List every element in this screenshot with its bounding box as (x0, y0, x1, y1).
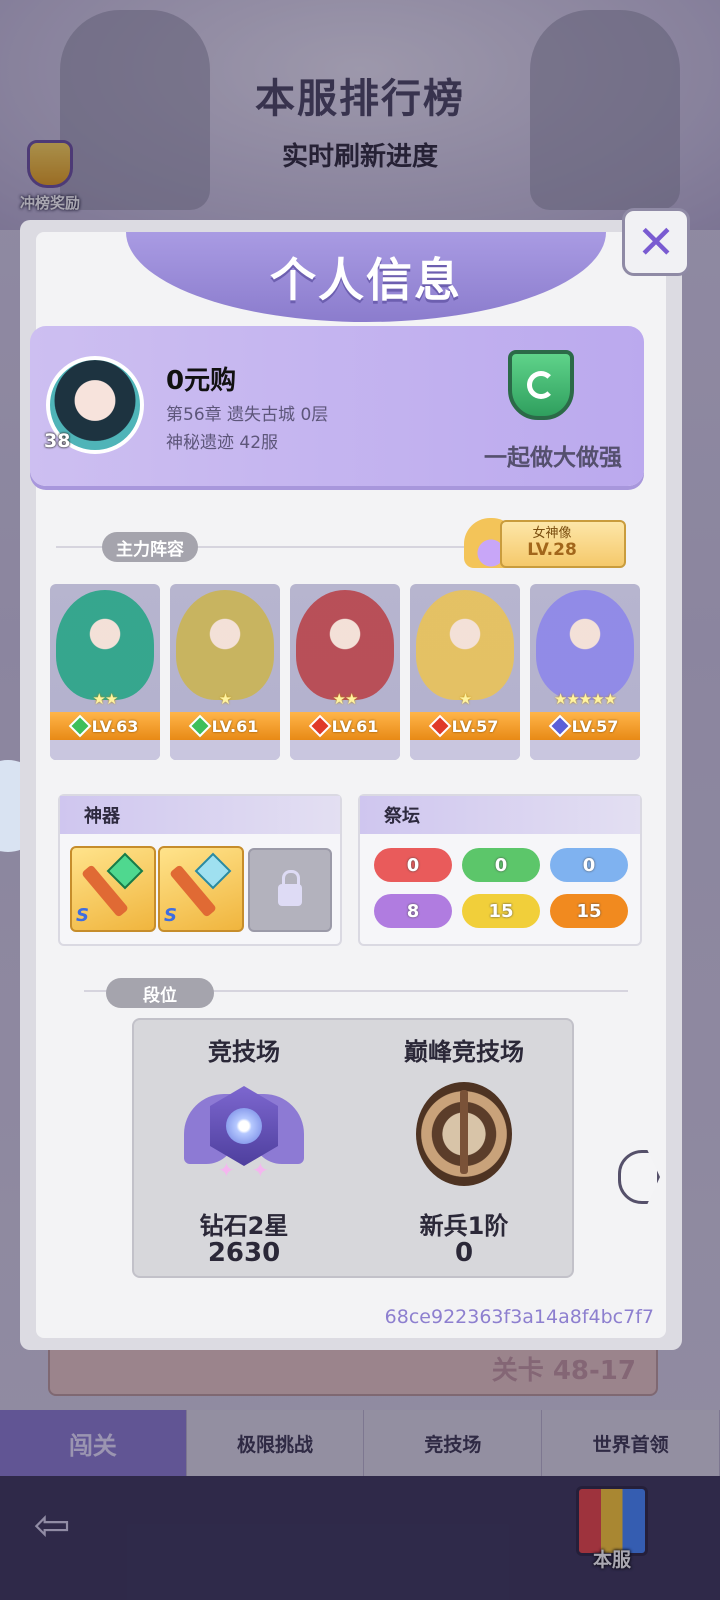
hero-portrait (536, 590, 634, 700)
recruit-badge-icon (416, 1082, 512, 1186)
hero-level-bar: LV.61 (170, 712, 280, 740)
altar-value: 0 (374, 848, 452, 882)
artifacts-panel: 神器 S S (58, 794, 342, 946)
modal-title-banner: 个人信息 (126, 232, 606, 322)
artifacts-label: 神器 (60, 796, 340, 834)
hero-portrait (176, 590, 274, 700)
modal-title: 个人信息 (270, 253, 462, 307)
hero-portrait (416, 590, 514, 700)
player-id: 68ce922363f3a14a8f4bc7f7 (384, 1306, 654, 1328)
artifact-slot-1[interactable]: S (70, 846, 156, 932)
hero-level: LV.63 (91, 716, 139, 736)
hero-card-footer (50, 740, 160, 760)
guild-name: 一起做大做强 (484, 445, 622, 471)
hero-stars: ★ (458, 690, 472, 708)
peak-arena-title: 巅峰竞技场 (404, 1038, 524, 1066)
arena-title: 竞技场 (208, 1038, 280, 1066)
hero-stars: ★★★★★ (553, 690, 617, 708)
goddess-level: LV.28 (527, 540, 577, 560)
altar-label: 祭坛 (360, 796, 640, 834)
hero-level-bar: LV.61 (290, 712, 400, 740)
avatar-level: 38 (44, 430, 71, 452)
hero-level: LV.57 (451, 716, 499, 736)
peak-arena-rank[interactable]: 巅峰竞技场 新兵1阶 0 (354, 1020, 574, 1278)
arena-tier: 钻石2星 (199, 1212, 289, 1240)
altar-value: 15 (462, 894, 540, 928)
hero-card[interactable]: ★ LV.61 (170, 584, 280, 760)
peak-arena-score: 0 (454, 1238, 474, 1268)
element-icon (428, 714, 451, 738)
hero-stars: ★★ (332, 690, 359, 708)
gem-icon (194, 852, 232, 890)
hero-portrait (296, 590, 394, 700)
hero-card-footer (410, 740, 520, 760)
hero-card[interactable]: ★★★★★ LV.57 (530, 584, 640, 760)
hero-portrait (56, 590, 154, 700)
gem-icon (106, 852, 144, 890)
player-server: 神秘遗迹 42服 (166, 433, 279, 453)
hero-card-footer (290, 740, 400, 760)
lineup-label: 主力阵容 (102, 532, 198, 562)
diamond-badge-icon: ✦ ✦ (184, 1080, 304, 1188)
profile-card: 38 0元购 第56章 遗失古城 0层 神秘遗迹 42服 一起做大做强 (30, 326, 644, 486)
artifact-grade: S (164, 905, 177, 926)
element-icon (188, 714, 211, 738)
hero-level-bar: LV.57 (530, 712, 640, 740)
guild-emblem-icon (527, 371, 555, 399)
arena-score: 2630 (207, 1238, 281, 1268)
altar-value: 0 (462, 848, 540, 882)
hero-card[interactable]: ★★ LV.63 (50, 584, 160, 760)
lock-icon (278, 870, 302, 906)
player-name: 0元购 (166, 366, 237, 396)
hero-card-footer (170, 740, 280, 760)
hero-level-bar: LV.63 (50, 712, 160, 740)
hero-level: LV.61 (211, 716, 259, 736)
hero-card-footer (530, 740, 640, 760)
hero-stars: ★★ (92, 690, 119, 708)
close-icon[interactable]: ✕ (622, 208, 690, 276)
altar-value: 0 (550, 848, 628, 882)
hero-level-bar: LV.57 (410, 712, 520, 740)
rank-label: 段位 (106, 978, 214, 1008)
element-icon (308, 714, 331, 738)
hero-stars: ★ (218, 690, 232, 708)
arena-rank[interactable]: 竞技场 ✦ ✦ 钻石2星 2630 (134, 1020, 354, 1278)
hero-card[interactable]: ★★ LV.61 (290, 584, 400, 760)
rank-box: 竞技场 ✦ ✦ 钻石2星 2630 巅峰竞技场 新兵1阶 0 (132, 1018, 574, 1278)
element-icon (68, 714, 91, 738)
peak-arena-tier: 新兵1阶 (419, 1212, 509, 1240)
altar-value: 15 (550, 894, 628, 928)
hero-card[interactable]: ★ LV.57 (410, 584, 520, 760)
artifact-slot-2[interactable]: S (158, 846, 244, 932)
hero-level: LV.61 (331, 716, 379, 736)
guild-banner-icon[interactable] (508, 350, 574, 420)
artifact-slot-locked[interactable] (248, 848, 332, 932)
artifact-grade: S (76, 905, 89, 926)
altar-value: 8 (374, 894, 452, 928)
goddess-label: 女神像 (532, 526, 572, 541)
element-icon (548, 714, 571, 738)
hero-level: LV.57 (571, 716, 619, 736)
altar-panel: 祭坛 0 0 0 8 15 15 (358, 794, 642, 946)
goddess-statue[interactable]: 女神像 LV.28 (464, 516, 626, 568)
player-progress: 第56章 遗失古城 0层 (166, 405, 329, 425)
